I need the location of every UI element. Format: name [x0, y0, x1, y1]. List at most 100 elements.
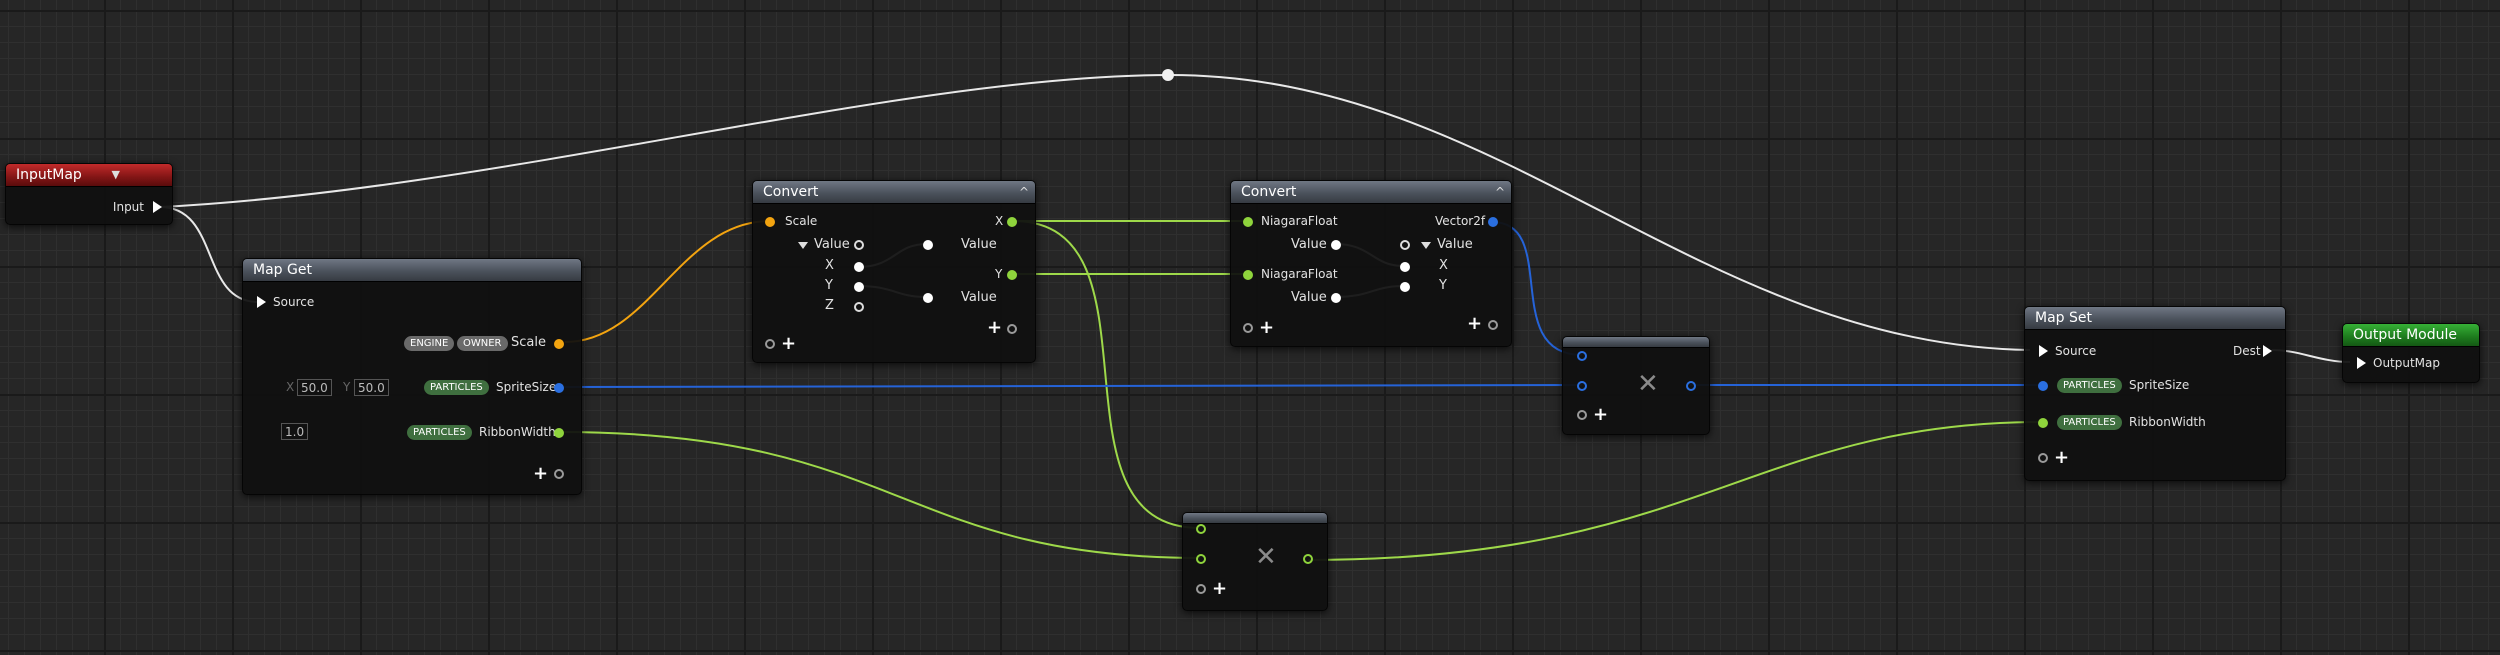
component-x-label: X	[1439, 258, 1448, 273]
collapse-arrow-icon[interactable]: ^	[1495, 181, 1505, 203]
multiply-in-pin-a[interactable]	[1196, 524, 1206, 534]
exec-pin-icon[interactable]	[2039, 345, 2048, 357]
multiply-out-pin[interactable]	[1686, 381, 1696, 391]
x-out-pin[interactable]	[1007, 217, 1017, 227]
component-z-pin[interactable]	[854, 302, 864, 312]
vector2f-out-pin[interactable]	[1488, 217, 1498, 227]
multiply-in-pin-a[interactable]	[1577, 351, 1587, 361]
map-set-header[interactable]: Map Set	[2025, 307, 2285, 330]
multiply-in-pin-b[interactable]	[1196, 554, 1206, 564]
particles-tag: PARTICLES	[2057, 415, 2122, 430]
multiply-out-pin[interactable]	[1303, 554, 1313, 564]
multiply-icon: ✕	[1637, 369, 1659, 399]
expand-arrow-icon[interactable]	[1421, 242, 1431, 249]
ribbon-width-in-pin[interactable]	[2038, 418, 2048, 428]
map-set-title: Map Set	[2035, 310, 2092, 326]
exec-pin-icon[interactable]	[2357, 357, 2366, 369]
niagara-float-label-2: NiagaraFloat	[1261, 267, 1338, 281]
ribbon-width-out-pin[interactable]	[554, 428, 564, 438]
component-y-pin[interactable]	[1400, 282, 1410, 292]
component-x-pin[interactable]	[1400, 262, 1410, 272]
value-out-pin[interactable]	[1400, 240, 1410, 250]
multiply-node-header[interactable]	[1563, 337, 1709, 348]
wire-multiply-to-mapset[interactable]	[1307, 421, 2044, 561]
value-in-label-2: Value	[1291, 290, 1327, 305]
add-pin-icon[interactable]: +	[1467, 315, 1482, 333]
reroute-knot[interactable]	[1162, 69, 1174, 81]
map-set-node[interactable]: Map Set Source Dest PARTICLES SpriteSize…	[2024, 306, 2286, 481]
value-out-label-2: Value	[961, 290, 997, 305]
sprite-size-y-field[interactable]: 50.0	[354, 379, 389, 396]
wire-scale-to-convert[interactable]	[564, 220, 771, 343]
component-z-label: Z	[825, 298, 834, 313]
y-out-label: Y	[995, 267, 1003, 281]
multiply-in-pin-b[interactable]	[1577, 381, 1587, 391]
component-y-label: Y	[1439, 278, 1447, 293]
convert-1-header[interactable]: Convert ^	[753, 181, 1035, 204]
input-map-title: InputMap	[16, 167, 82, 183]
add-pin-socket[interactable]	[1196, 584, 1206, 594]
chevron-down-icon[interactable]: ▼	[112, 164, 120, 186]
component-y-pin[interactable]	[854, 282, 864, 292]
add-pin-socket[interactable]	[2038, 453, 2048, 463]
sprite-size-out-pin[interactable]	[554, 383, 564, 393]
ribbon-width-field[interactable]: 1.0	[281, 423, 309, 440]
sprite-size-in-pin[interactable]	[2038, 381, 2048, 391]
input-map-node[interactable]: InputMap ▼ Input	[5, 163, 173, 225]
add-pin-icon[interactable]: +	[1212, 580, 1227, 598]
value-in-pin[interactable]	[854, 240, 864, 250]
niagara-float-label-1: NiagaraFloat	[1261, 214, 1338, 228]
wire-ribbon-to-multiply[interactable]	[559, 431, 1201, 559]
scale-in-pin[interactable]	[765, 217, 775, 227]
collapse-arrow-icon[interactable]: ^	[1019, 181, 1029, 203]
value-in-pin-1[interactable]	[1331, 240, 1341, 250]
dest-pin-label: Dest	[2233, 344, 2261, 358]
exec-pin-icon[interactable]	[257, 296, 266, 308]
convert-node-2[interactable]: Convert ^ NiagaraFloat Vector2f Value Va…	[1230, 180, 1512, 347]
add-pin-icon[interactable]: +	[1259, 319, 1274, 337]
value-out-pin-1[interactable]	[923, 240, 933, 250]
component-x-pin[interactable]	[854, 262, 864, 272]
scale-out-pin[interactable]	[554, 339, 564, 349]
scale-in-label: Scale	[785, 214, 818, 228]
exec-pin-icon[interactable]	[153, 201, 162, 213]
add-pin-icon[interactable]: +	[987, 319, 1002, 337]
add-pin-socket[interactable]	[1577, 410, 1587, 420]
expand-arrow-icon[interactable]	[798, 242, 808, 249]
wire-spritesize-to-multiply[interactable]	[559, 384, 1583, 388]
multiply-icon: ✕	[1255, 542, 1277, 572]
output-module-header[interactable]: Output Module	[2343, 324, 2479, 347]
niagara-float-in-pin-1[interactable]	[1243, 217, 1253, 227]
value-in-pin-2[interactable]	[1331, 293, 1341, 303]
add-pin-icon[interactable]: +	[2054, 449, 2069, 467]
multiply-node-header[interactable]	[1183, 513, 1327, 524]
value-out-pin-2[interactable]	[923, 293, 933, 303]
niagara-float-in-pin-2[interactable]	[1243, 270, 1253, 280]
add-pin-socket[interactable]	[765, 339, 775, 349]
add-pin-icon[interactable]: +	[533, 465, 548, 483]
exec-pin-icon[interactable]	[2263, 345, 2272, 357]
map-get-node[interactable]: Map Get Source ENGINE OWNER Scale X 50.0…	[242, 258, 582, 495]
map-get-title: Map Get	[253, 262, 312, 278]
particles-tag: PARTICLES	[2057, 378, 2122, 393]
x-axis-label: X	[286, 380, 295, 394]
add-pin-socket[interactable]	[1243, 323, 1253, 333]
map-get-header[interactable]: Map Get	[243, 259, 581, 282]
convert-2-title: Convert	[1241, 184, 1297, 200]
add-pin-icon[interactable]: +	[1593, 406, 1608, 424]
multiply-node-float[interactable]: ✕ +	[1182, 512, 1328, 611]
y-out-pin[interactable]	[1007, 270, 1017, 280]
wire-x-to-multiply[interactable]	[1012, 220, 1201, 529]
component-y-label: Y	[825, 278, 833, 293]
convert-node-1[interactable]: Convert ^ Scale X Value Value X Y Y Valu…	[752, 180, 1036, 363]
add-pin-icon[interactable]: +	[781, 335, 796, 353]
convert-1-title: Convert	[763, 184, 819, 200]
sprite-size-x-field[interactable]: 50.0	[297, 379, 332, 396]
output-module-node[interactable]: Output Module OutputMap	[2342, 323, 2480, 383]
add-pin-socket[interactable]	[554, 469, 564, 479]
input-map-header[interactable]: InputMap ▼	[6, 164, 172, 187]
add-pin-socket[interactable]	[1488, 320, 1498, 330]
convert-2-header[interactable]: Convert ^	[1231, 181, 1511, 204]
multiply-node-vector[interactable]: ✕ +	[1562, 336, 1710, 435]
add-pin-socket[interactable]	[1007, 324, 1017, 334]
